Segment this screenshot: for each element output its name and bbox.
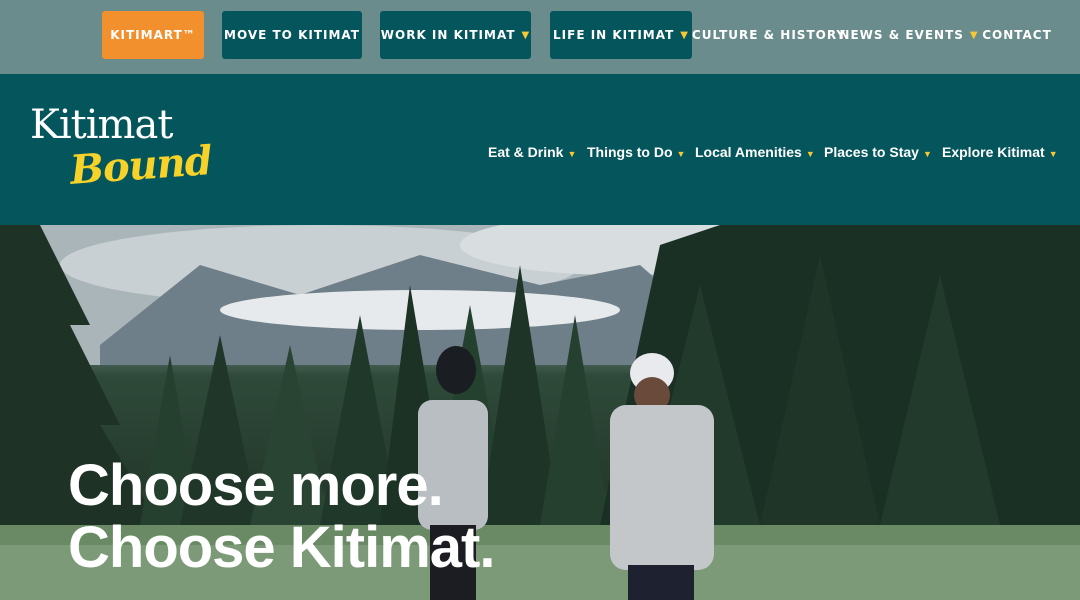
life-in-kitimat-button[interactable]: LIFE IN KITIMAT ▼ bbox=[550, 11, 692, 59]
contact-link[interactable]: CONTACT bbox=[982, 11, 1052, 59]
culture-history-link[interactable]: CULTURE & HISTORY bbox=[692, 11, 845, 59]
chevron-down-icon: ▼ bbox=[969, 29, 979, 41]
nav-places-to-stay-label: Places to Stay bbox=[824, 144, 919, 160]
kitimat-bound-logo[interactable]: Kitimat Bound bbox=[30, 102, 213, 202]
logo-line2: Bound bbox=[68, 137, 214, 194]
kitimart-button[interactable]: KITIMART™ bbox=[102, 11, 204, 59]
chevron-down-icon: ▼ bbox=[676, 149, 686, 159]
move-to-kitimat-button[interactable]: MOVE TO KITIMAT bbox=[222, 11, 362, 59]
nav-local-amenities[interactable]: Local Amenities ▼ bbox=[695, 144, 815, 160]
culture-history-label: CULTURE & HISTORY bbox=[691, 28, 847, 42]
hero-banner: Choose more. Choose Kitimat. bbox=[0, 225, 1080, 600]
kitimart-label: KITIMART™ bbox=[110, 28, 196, 42]
life-in-kitimat-label: LIFE IN KITIMAT bbox=[553, 28, 675, 42]
nav-things-to-do-label: Things to Do bbox=[587, 144, 673, 160]
news-events-label: NEWS & EVENTS bbox=[839, 28, 964, 42]
contact-label: CONTACT bbox=[982, 28, 1052, 42]
nav-places-to-stay[interactable]: Places to Stay ▼ bbox=[824, 144, 932, 160]
page: KITIMART™ MOVE TO KITIMAT WORK IN KITIMA… bbox=[0, 0, 1080, 600]
nav-eat-drink[interactable]: Eat & Drink ▼ bbox=[488, 144, 576, 160]
chevron-down-icon: ▼ bbox=[567, 149, 577, 159]
work-in-kitimat-button[interactable]: WORK IN KITIMAT ▼ bbox=[380, 11, 531, 59]
chevron-down-icon: ▼ bbox=[922, 149, 932, 159]
news-events-link[interactable]: NEWS & EVENTS ▼ bbox=[839, 11, 977, 59]
nav-explore-kitimat-label: Explore Kitimat bbox=[942, 144, 1045, 160]
nav-eat-drink-label: Eat & Drink bbox=[488, 144, 564, 160]
hero-line2: Choose Kitimat. bbox=[68, 515, 495, 580]
nav-local-amenities-label: Local Amenities bbox=[695, 144, 802, 160]
main-header: Kitimat Bound Eat & Drink ▼ Things to Do ▼… bbox=[0, 74, 1080, 225]
hero-line1: Choose more. bbox=[68, 453, 444, 518]
hero-headline: Choose more. Choose Kitimat. bbox=[68, 455, 495, 579]
work-in-kitimat-label: WORK IN KITIMAT bbox=[380, 28, 516, 42]
move-to-kitimat-label: MOVE TO KITIMAT bbox=[224, 28, 360, 42]
nav-things-to-do[interactable]: Things to Do ▼ bbox=[587, 144, 685, 160]
chevron-down-icon: ▼ bbox=[521, 29, 531, 41]
top-utility-bar: KITIMART™ MOVE TO KITIMAT WORK IN KITIMA… bbox=[0, 0, 1080, 74]
nav-explore-kitimat[interactable]: Explore Kitimat ▼ bbox=[942, 144, 1058, 160]
chevron-down-icon: ▼ bbox=[680, 29, 689, 41]
chevron-down-icon: ▼ bbox=[805, 149, 815, 159]
chevron-down-icon: ▼ bbox=[1048, 149, 1058, 159]
